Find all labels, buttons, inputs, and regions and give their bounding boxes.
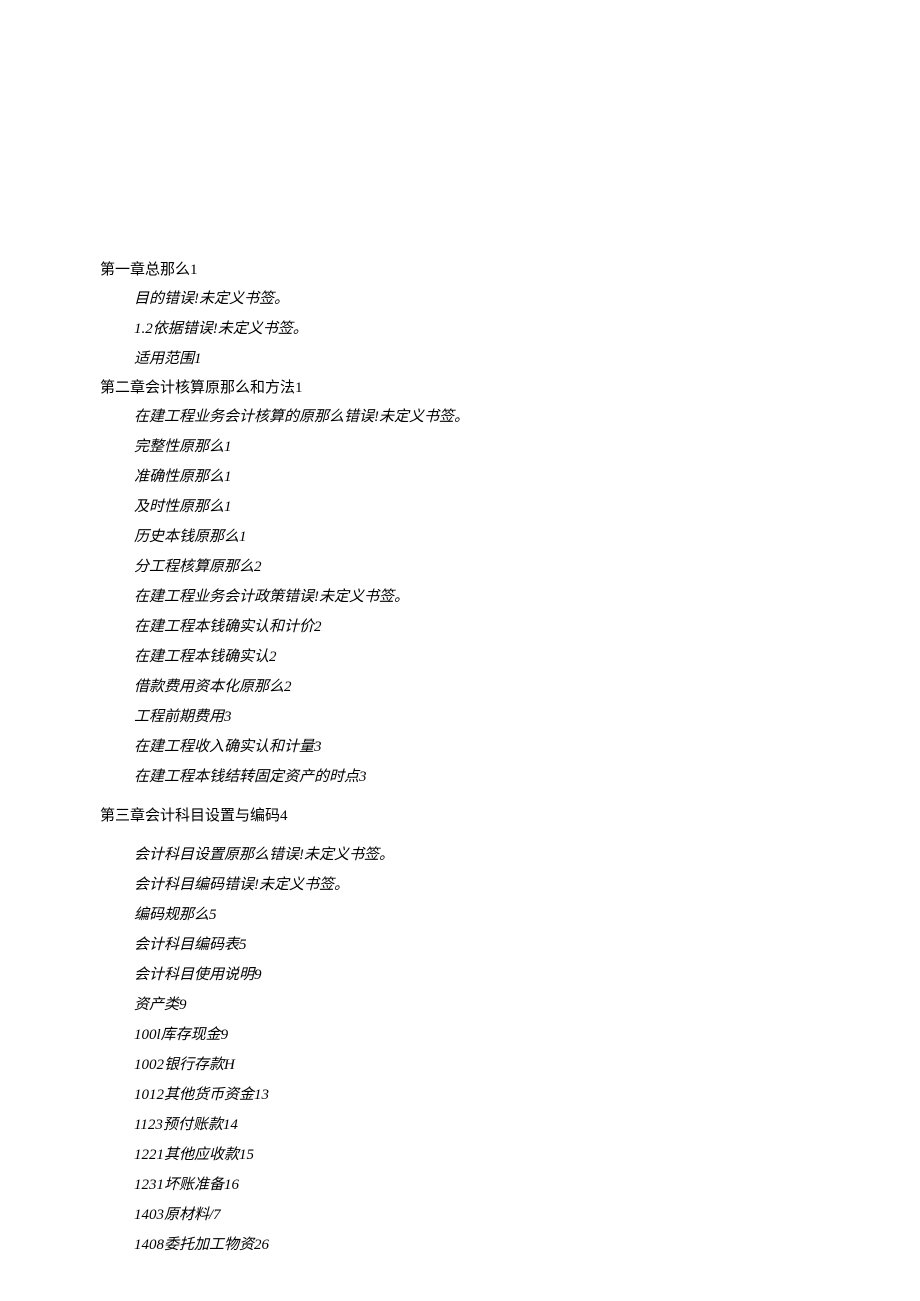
toc-item: 历史本钱原那么1 [134, 522, 820, 552]
toc-item: 在建工程收入确实认和计量3 [134, 732, 820, 762]
toc-item: 资产类9 [134, 990, 820, 1020]
toc-item: 编码规那么5 [134, 900, 820, 930]
toc-item: 分工程核算原那么2 [134, 552, 820, 582]
toc-item: 会计科目设置原那么错误!未定义书签。 [134, 840, 820, 870]
toc-item: 会计科目使用说明9 [134, 960, 820, 990]
spacer [100, 830, 820, 840]
toc-item: 1221其他应收款15 [134, 1140, 820, 1170]
toc-item: 1.2依据错误!未定义书签。 [134, 314, 820, 344]
toc-item: 会计科目编码错误!未定义书签。 [134, 870, 820, 900]
chapter-2-heading: 第二章会计核算原那么和方法1 [100, 374, 820, 402]
toc-item: 会计科目编码表5 [134, 930, 820, 960]
toc-item: 在建工程业务会计核算的原那么错误!未定义书签。 [134, 402, 820, 432]
toc-item: 在建工程本钱确实认2 [134, 642, 820, 672]
toc-item: 1002银行存款H [134, 1050, 820, 1080]
toc-item: 在建工程本钱结转固定资产的时点3 [134, 762, 820, 792]
toc-item: 在建工程本钱确实认和计价2 [134, 612, 820, 642]
toc-item: 准确性原那么1 [134, 462, 820, 492]
document-page: 第一章总那么1 目的错误!未定义书签。 1.2依据错误!未定义书签。 适用范围1… [0, 0, 920, 1260]
toc-item: 1408委托加工物资26 [134, 1230, 820, 1260]
chapter-3-heading: 第三章会计科目设置与编码4 [100, 802, 820, 830]
toc-item: 借款费用资本化原那么2 [134, 672, 820, 702]
toc-item: 及时性原那么1 [134, 492, 820, 522]
toc-item: 1231坏账准备16 [134, 1170, 820, 1200]
toc-item: 适用范围1 [134, 344, 820, 374]
spacer [100, 792, 820, 802]
chapter-1-heading: 第一章总那么1 [100, 256, 820, 284]
toc-item: 工程前期费用3 [134, 702, 820, 732]
toc-item: 1012其他货币资金13 [134, 1080, 820, 1110]
toc-item: 100l库存现金9 [134, 1020, 820, 1050]
toc-item: 1403原材料/7 [134, 1200, 820, 1230]
toc-item: 在建工程业务会计政策错误!未定义书签。 [134, 582, 820, 612]
toc-item: 1123预付账款14 [134, 1110, 820, 1140]
toc-item: 完整性原那么1 [134, 432, 820, 462]
toc-item: 目的错误!未定义书签。 [134, 284, 820, 314]
